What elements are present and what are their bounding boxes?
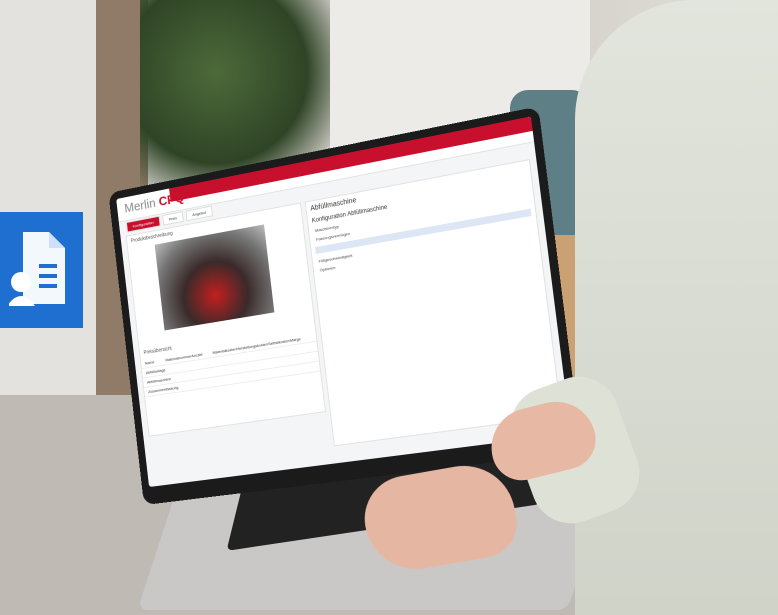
price-table: Preisübersicht Name Materialnummer Anzah… [139, 320, 324, 436]
table-header: Marge [289, 336, 302, 343]
left-pane: Produktbeschreibung Preisübersicht Name … [125, 202, 326, 437]
brand-prefix: Merlin [123, 195, 157, 216]
document-user-badge [0, 212, 83, 328]
product-photo [154, 224, 275, 331]
table-header: Name [144, 359, 155, 366]
table-header: Anzahl [191, 351, 203, 359]
photo-scene: Merlin CPQ Konfiguration Preis Angebot P… [0, 0, 778, 615]
table-header: Selbstkosten [267, 337, 290, 347]
brand-suffix: CPQ [157, 189, 185, 209]
person-sweater [575, 0, 778, 615]
document-user-icon [9, 232, 65, 306]
